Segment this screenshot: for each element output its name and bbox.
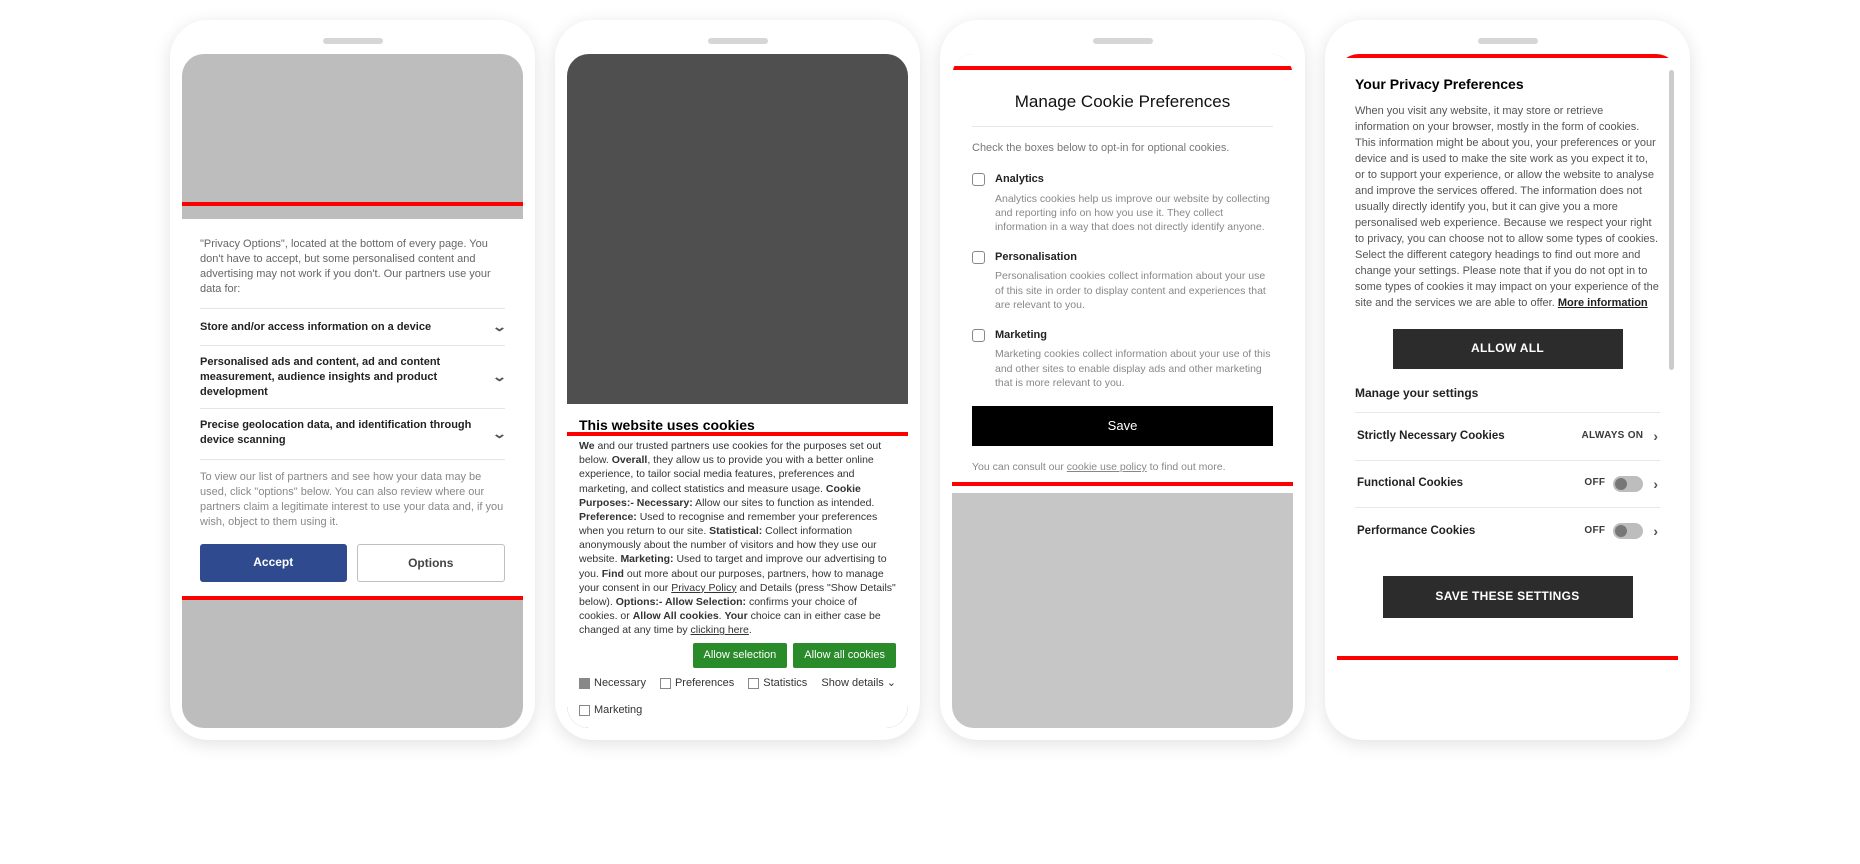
screen-2: This website uses cookies We and our tru…	[567, 54, 908, 728]
purpose-row-2[interactable]: Precise geolocation data, and identifica…	[200, 408, 505, 457]
row-state: OFF	[1584, 476, 1605, 491]
options-button[interactable]: Options	[357, 544, 506, 582]
marketing-checkbox[interactable]: Marketing	[972, 328, 1273, 343]
marketing-checkbox[interactable]: Marketing	[579, 703, 896, 718]
show-details-button[interactable]: Show details⌄	[821, 676, 896, 691]
clicking-here-link[interactable]: clicking here	[691, 624, 749, 636]
consent-modal-3: Manage Cookie Preferences Check the boxe…	[952, 74, 1293, 493]
checkbox-icon	[972, 173, 985, 186]
phone-frame-3: Manage Cookie Preferences Check the boxe…	[940, 20, 1305, 740]
page-header-bar	[952, 54, 1293, 74]
phone-frame-1: "Privacy Options", located at the bottom…	[170, 20, 535, 740]
personalisation-checkbox[interactable]: Personalisation	[972, 250, 1273, 265]
chevron-down-icon: ⌄	[492, 425, 507, 443]
row-label: Functional Cookies	[1357, 475, 1463, 492]
speaker-slot	[323, 38, 383, 44]
chevron-right-icon: ›	[1653, 521, 1658, 541]
checkbox-icon	[660, 678, 671, 689]
checkbox-icon	[972, 329, 985, 342]
accept-button[interactable]: Accept	[200, 544, 347, 582]
toggle-knob	[1615, 525, 1627, 537]
modal-footer: You can consult our cookie use policy to…	[972, 460, 1273, 475]
checkbox-row: Necessary Preferences Statistics Show de…	[579, 676, 896, 718]
button-row: Allow selection Allow all cookies	[579, 643, 896, 668]
manage-settings-heading: Manage your settings	[1355, 385, 1660, 402]
modal-intro: "Privacy Options", located at the bottom…	[200, 237, 505, 296]
purpose-row-0[interactable]: Store and/or access information on a dev…	[200, 308, 505, 345]
category-personalisation: Personalisation Personalisation cookies …	[972, 250, 1273, 312]
chevron-right-icon: ›	[1653, 474, 1658, 494]
row-performance[interactable]: Performance Cookies OFF ›	[1355, 507, 1660, 554]
chevron-down-icon: ⌄	[492, 368, 507, 386]
statistics-checkbox[interactable]: Statistics	[748, 676, 807, 691]
phone-frame-4: Your Privacy Preferences When you visit …	[1325, 20, 1690, 740]
category-desc: Personalisation cookies collect informat…	[995, 269, 1273, 312]
consent-modal-4: Your Privacy Preferences When you visit …	[1337, 54, 1678, 636]
screen-3: Manage Cookie Preferences Check the boxe…	[952, 54, 1293, 728]
purpose-label: Store and/or access information on a dev…	[200, 320, 494, 335]
category-desc: Analytics cookies help us improve our we…	[995, 192, 1273, 235]
phone-frame-2: This website uses cookies We and our tru…	[555, 20, 920, 740]
category-desc: Marketing cookies collect information ab…	[995, 347, 1273, 390]
cookie-policy-link[interactable]: cookie use policy	[1067, 461, 1147, 473]
purpose-label: Precise geolocation data, and identifica…	[200, 418, 494, 448]
row-state: ALWAYS ON	[1582, 429, 1644, 444]
checkbox-icon	[579, 678, 590, 689]
checkbox-icon	[579, 705, 590, 716]
purpose-label: Personalised ads and content, ad and con…	[200, 355, 494, 400]
allow-all-button[interactable]: ALLOW ALL	[1393, 329, 1623, 368]
modal-body: We and our trusted partners use cookies …	[579, 439, 896, 637]
modal-footer-text: To view our list of partners and see how…	[200, 459, 505, 529]
checkbox-icon	[748, 678, 759, 689]
category-marketing: Marketing Marketing cookies collect info…	[972, 328, 1273, 390]
row-label: Strictly Necessary Cookies	[1357, 428, 1505, 445]
screen-1: "Privacy Options", located at the bottom…	[182, 54, 523, 728]
chevron-down-icon: ⌄	[887, 676, 896, 691]
modal-title: This website uses cookies	[579, 416, 896, 435]
screen-4: Your Privacy Preferences When you visit …	[1337, 54, 1678, 728]
scrollbar[interactable]	[1669, 70, 1674, 370]
row-functional[interactable]: Functional Cookies OFF ›	[1355, 460, 1660, 507]
modal-body: When you visit any website, it may store…	[1355, 104, 1660, 311]
speaker-slot	[1478, 38, 1538, 44]
purpose-row-1[interactable]: Personalised ads and content, ad and con…	[200, 345, 505, 409]
allow-all-button[interactable]: Allow all cookies	[793, 643, 896, 668]
save-settings-button[interactable]: SAVE THESE SETTINGS	[1383, 576, 1633, 617]
modal-title: Manage Cookie Preferences	[972, 90, 1273, 127]
speaker-slot	[1093, 38, 1153, 44]
modal-intro: Check the boxes below to opt-in for opti…	[972, 141, 1273, 156]
row-label: Performance Cookies	[1357, 523, 1475, 540]
consent-modal-2: This website uses cookies We and our tru…	[567, 404, 908, 728]
checkbox-icon	[972, 251, 985, 264]
toggle-knob	[1615, 478, 1627, 490]
preferences-checkbox[interactable]: Preferences	[660, 676, 734, 691]
toggle-switch[interactable]	[1613, 476, 1643, 492]
category-analytics: Analytics Analytics cookies help us impr…	[972, 172, 1273, 234]
allow-selection-button[interactable]: Allow selection	[693, 643, 788, 668]
chevron-right-icon: ›	[1653, 426, 1658, 446]
more-info-link[interactable]: More information	[1558, 297, 1648, 309]
necessary-checkbox[interactable]: Necessary	[579, 676, 646, 691]
modal-title: Your Privacy Preferences	[1355, 74, 1660, 94]
row-state: OFF	[1584, 524, 1605, 539]
consent-modal-1: "Privacy Options", located at the bottom…	[182, 219, 523, 596]
toggle-switch[interactable]	[1613, 523, 1643, 539]
speaker-slot	[708, 38, 768, 44]
row-strictly-necessary[interactable]: Strictly Necessary Cookies ALWAYS ON ›	[1355, 412, 1660, 459]
chevron-down-icon: ⌄	[492, 318, 507, 336]
button-row: Accept Options	[200, 544, 505, 582]
analytics-checkbox[interactable]: Analytics	[972, 172, 1273, 187]
privacy-policy-link[interactable]: Privacy Policy	[671, 582, 736, 594]
save-button[interactable]: Save	[972, 406, 1273, 446]
